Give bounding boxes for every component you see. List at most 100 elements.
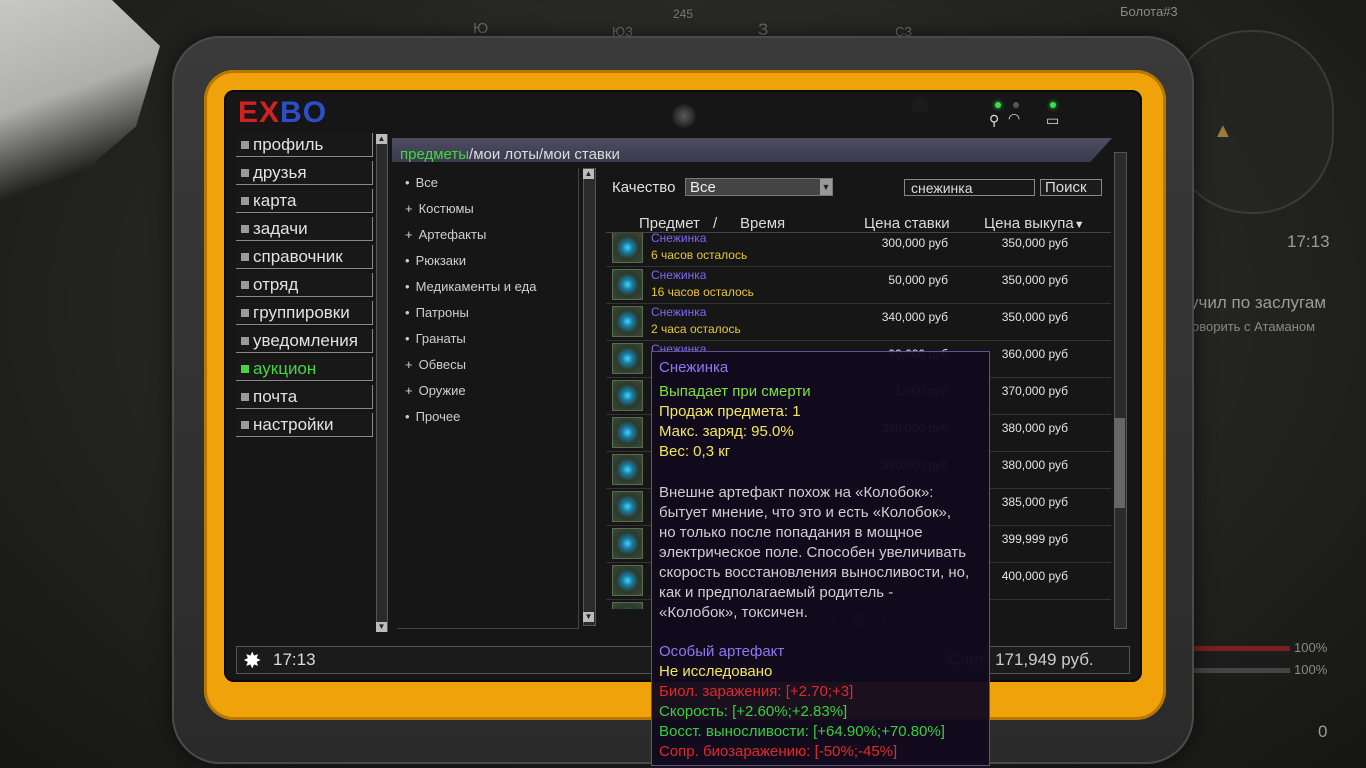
- table-row[interactable]: Снежинка 2 часа осталось 340,000 руб 350,00…: [606, 303, 1111, 341]
- column-bid[interactable]: Цена ставки: [864, 215, 950, 232]
- bullet-icon: [241, 364, 249, 373]
- page-scrollbar[interactable]: [1114, 152, 1127, 629]
- category-item[interactable]: • Медикаменты и еда: [405, 279, 536, 294]
- snowflake-artifact-icon[interactable]: [612, 528, 643, 559]
- lot-name: Снежинка: [651, 305, 707, 319]
- tooltip-category: Особый артефакт: [659, 643, 785, 660]
- tab-my-bids[interactable]: мои ставки: [543, 146, 620, 162]
- lot-time-left: 16 часов осталось: [651, 285, 754, 299]
- page-scroll-thumb[interactable]: [1114, 418, 1125, 508]
- hud-clock: 17:13: [1287, 232, 1330, 251]
- bullet-icon: [241, 280, 249, 289]
- sidebar-scroll-down-icon[interactable]: ▼: [376, 622, 387, 632]
- bullet-icon: [241, 224, 249, 233]
- exbo-logo: EXBO: [238, 96, 328, 129]
- bullet-icon: [241, 420, 249, 429]
- lot-bid: 50,000 руб: [888, 273, 948, 287]
- column-time[interactable]: Время: [740, 215, 785, 232]
- snowflake-artifact-icon[interactable]: [612, 454, 643, 485]
- snowflake-artifact-icon[interactable]: [612, 233, 643, 263]
- search-button[interactable]: Поиск: [1040, 179, 1102, 196]
- quest-subtitle: оворить с Атаманом: [1192, 319, 1316, 334]
- bullet-icon: [241, 252, 249, 261]
- category-item[interactable]: + Обвесы: [405, 357, 466, 372]
- category-item[interactable]: + Оружие: [405, 383, 466, 398]
- sidebar-item-1[interactable]: друзья: [236, 161, 373, 185]
- category-item[interactable]: • Гранаты: [405, 331, 466, 346]
- bullet-icon: •: [405, 279, 410, 294]
- category-item[interactable]: • Патроны: [405, 305, 469, 320]
- sidebar-item-0[interactable]: профиль: [236, 133, 373, 157]
- sidebar-item-5[interactable]: отряд: [236, 273, 373, 297]
- quality-select[interactable]: Все ▼: [685, 178, 833, 196]
- sensor-icon: [912, 98, 928, 114]
- stamina-bar: [1190, 668, 1290, 673]
- bullet-icon: [241, 336, 249, 345]
- sidebar-scroll-up-icon[interactable]: ▲: [376, 134, 387, 144]
- chevron-down-icon: ▼: [820, 179, 832, 195]
- snowflake-artifact-icon[interactable]: [612, 380, 643, 411]
- category-scroll-up-icon[interactable]: ▲: [583, 169, 594, 179]
- category-label: Патроны: [415, 305, 469, 320]
- sidebar-item-6[interactable]: группировки: [236, 301, 373, 325]
- bullet-icon: •: [405, 253, 410, 268]
- column-item[interactable]: Предмет: [639, 215, 700, 232]
- tooltip-sales: Продаж предмета: 1: [659, 403, 801, 420]
- snowflake-artifact-icon[interactable]: [612, 269, 643, 300]
- tooltip-charge: Макс. заряд: 95.0%: [659, 423, 794, 440]
- snowflake-artifact-icon[interactable]: [612, 343, 643, 374]
- tab-my-lots[interactable]: мои лоты: [473, 146, 539, 162]
- sidebar-item-10[interactable]: настройки: [236, 413, 373, 437]
- compass-letter-s: Ю: [473, 20, 489, 37]
- wifi-icon: ◠: [1008, 110, 1021, 126]
- expand-icon: +: [405, 357, 413, 372]
- sidebar-item-4[interactable]: справочник: [236, 245, 373, 269]
- bullet-icon: •: [405, 305, 410, 320]
- stat-speed: Скорость: [+2.60%;+2.83%]: [659, 703, 848, 720]
- category-item[interactable]: + Костюмы: [405, 201, 474, 216]
- search-input[interactable]: [904, 179, 1035, 196]
- sidebar-item-8[interactable]: аукцион: [236, 357, 373, 381]
- category-item[interactable]: + Артефакты: [405, 227, 486, 242]
- sun-icon: ✸: [243, 648, 262, 673]
- table-row[interactable]: Снежинка 6 часов осталось 300,000 руб 350,0…: [606, 233, 1111, 267]
- lot-name: Снежинка: [651, 233, 707, 245]
- lot-buyout: 350,000 руб: [1001, 236, 1068, 250]
- category-item[interactable]: • Все: [405, 175, 438, 190]
- snowflake-artifact-icon[interactable]: [612, 565, 643, 596]
- tooltip-research: Не исследовано: [659, 663, 773, 680]
- battery-led: [1050, 102, 1056, 108]
- sidebar-item-3[interactable]: задачи: [236, 217, 373, 241]
- column-buyout[interactable]: Цена выкупа▼: [984, 215, 1085, 232]
- lot-time-left: 6 часов осталось: [651, 248, 748, 262]
- sidebar-item-2[interactable]: карта: [236, 189, 373, 213]
- sidebar-item-label: группировки: [253, 302, 350, 322]
- category-item[interactable]: • Прочее: [405, 409, 460, 424]
- sort-desc-icon: ▼: [1073, 219, 1085, 231]
- sidebar-item-7[interactable]: уведомления: [236, 329, 373, 353]
- bullet-icon: •: [405, 331, 410, 346]
- battery-icon: ▭: [1046, 112, 1060, 128]
- bullet-icon: [241, 168, 249, 177]
- background-terrain: [0, 0, 160, 230]
- category-scrollbar[interactable]: [583, 168, 596, 626]
- bullet-icon: •: [405, 175, 410, 190]
- tab-items[interactable]: предметы: [400, 146, 469, 162]
- sidebar-item-label: друзья: [253, 162, 307, 182]
- quest-title: учил по заслугам: [1190, 293, 1327, 312]
- signal-led: [995, 102, 1001, 108]
- category-scroll-down-icon[interactable]: ▼: [583, 612, 594, 622]
- quality-label: Качество: [612, 179, 676, 196]
- category-item[interactable]: • Рюкзаки: [405, 253, 466, 268]
- table-row[interactable]: Снежинка 16 часов осталось 50,000 руб 350,0…: [606, 266, 1111, 304]
- lot-name: Снежинка: [651, 268, 707, 282]
- snowflake-artifact-icon[interactable]: [612, 306, 643, 337]
- sidebar-scrollbar[interactable]: [376, 134, 388, 632]
- snowflake-artifact-icon[interactable]: [612, 602, 643, 609]
- ammo-count: 0: [1318, 722, 1328, 741]
- snowflake-artifact-icon[interactable]: [612, 417, 643, 448]
- snowflake-artifact-icon[interactable]: [612, 491, 643, 522]
- camera-icon: [670, 102, 698, 130]
- sidebar-item-9[interactable]: почта: [236, 385, 373, 409]
- sidebar-item-label: аукцион: [253, 358, 317, 378]
